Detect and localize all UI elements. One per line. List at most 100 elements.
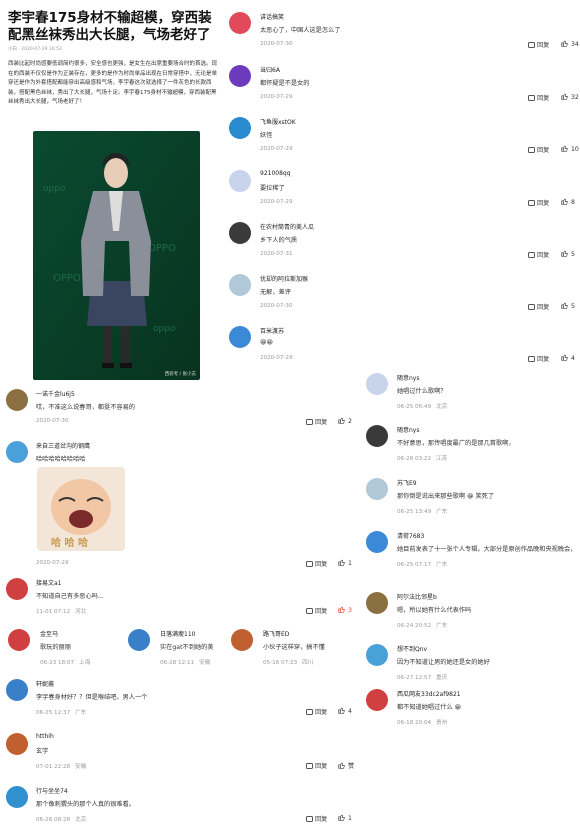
comment-username[interactable]: 西瓜网友33dc2af9821	[397, 689, 461, 698]
like-button[interactable]: 5	[561, 250, 575, 258]
commenter-avatar[interactable]	[229, 170, 251, 192]
comment-username[interactable]: 想不到Qnv	[397, 644, 427, 653]
comment-username[interactable]: 飞鱼服xstOK	[260, 117, 296, 126]
commenter-avatar[interactable]	[366, 425, 388, 447]
commenter-avatar[interactable]	[229, 326, 251, 348]
comment-text: 她唱过什么歌啊？	[397, 388, 447, 395]
comment-date: 06-18 20:04 贵州	[397, 718, 447, 726]
comment-username[interactable]: 苏飞E9	[397, 478, 417, 487]
commenter-avatar[interactable]	[366, 478, 388, 500]
article-photo[interactable]: OPPO OPPO oppo oppo 西装考 / 张小志	[33, 131, 200, 380]
like-button[interactable]: 1	[338, 559, 352, 567]
comment-time: 11-01 07:12	[36, 609, 71, 615]
like-button[interactable]: 1	[338, 814, 352, 822]
reply-button[interactable]: 回复	[528, 354, 549, 363]
commenter-avatar[interactable]	[6, 389, 28, 411]
sticker-image[interactable]: 哈 哈 哈	[37, 467, 125, 551]
comment-text: 不好意思，那传唱度最广的是那几首歌啊，	[397, 440, 515, 447]
commenter-avatar[interactable]	[366, 689, 388, 711]
commenter-avatar[interactable]	[6, 679, 28, 701]
commenter-avatar[interactable]	[6, 786, 28, 808]
reply-button[interactable]: 回复	[528, 40, 549, 49]
comment-icon	[306, 608, 313, 614]
like-button[interactable]: 2	[338, 417, 352, 425]
commenter-avatar[interactable]	[128, 629, 150, 651]
like-count: 4	[571, 355, 575, 362]
commenter-avatar[interactable]	[8, 629, 30, 651]
comment-username[interactable]: 阿尔法比邻星b	[397, 592, 437, 601]
like-button[interactable]: 34	[561, 40, 579, 48]
reply-button[interactable]: 回复	[306, 814, 327, 823]
like-button[interactable]: 3	[338, 606, 352, 614]
comment-username[interactable]: 讲话搞笑	[260, 12, 284, 21]
comment-username[interactable]: 路飞哥ED	[263, 629, 289, 638]
comment-username[interactable]: 轩妮酱	[36, 679, 54, 688]
commenter-avatar[interactable]	[229, 117, 251, 139]
article-title: 李宇春175身材不输超模，穿西装配黑丝袜秀出大长腿，气场老好了	[8, 10, 212, 43]
commenter-avatar[interactable]	[6, 733, 28, 755]
article-body: 西装比起时尚感要低调简约很多，安全感也更强，是女生在出席重要场合时的首选。现在的…	[8, 61, 218, 106]
commenter-avatar[interactable]	[6, 578, 28, 600]
commenter-avatar[interactable]	[6, 441, 28, 463]
like-count: 1	[348, 815, 352, 822]
reply-button[interactable]: 回复	[306, 559, 327, 568]
comment-text: 实在gat不到她的美	[160, 644, 214, 651]
comment-date: 07-01 22:28 安徽	[36, 762, 86, 770]
comment-username[interactable]: 金至马	[40, 629, 58, 638]
comment-text: 不知道自己有多恶心吗...	[36, 593, 104, 600]
comment-username[interactable]: 行与坐坐74	[36, 786, 68, 795]
like-button[interactable]: 赞	[338, 761, 354, 770]
comment-date: 05-16 07:23 四川	[263, 658, 313, 666]
comment-text: 因为不知道让男的她还是女的她好	[397, 659, 490, 666]
like-button[interactable]: 10	[561, 145, 579, 153]
comment-time: 06-25 12:37	[36, 710, 71, 716]
comment-username[interactable]: 百米渡苏	[260, 326, 284, 335]
like-button[interactable]: 8	[561, 198, 575, 206]
comment-username[interactable]: 清荷7683	[397, 531, 424, 540]
comment-username[interactable]: 优却的阿拉斯加猴	[260, 274, 308, 283]
comment-username[interactable]: 随意nys	[397, 425, 419, 434]
reply-button[interactable]: 回复	[528, 145, 549, 154]
commenter-avatar[interactable]	[229, 274, 251, 296]
comment-location: 贵州	[436, 720, 448, 726]
photo-credit: 西装考 / 张小志	[164, 372, 196, 377]
commenter-avatar[interactable]	[229, 12, 251, 34]
commenter-avatar[interactable]	[229, 65, 251, 87]
like-count: 34	[571, 41, 579, 48]
comment-username[interactable]: 一诺千金lu6j5	[36, 389, 75, 398]
reply-button[interactable]: 回复	[306, 606, 327, 615]
comment-date: 2020-07-29	[260, 94, 293, 100]
commenter-avatar[interactable]	[366, 531, 388, 553]
like-button[interactable]: 5	[561, 302, 575, 310]
reply-button[interactable]: 回复	[528, 198, 549, 207]
reply-button[interactable]: 回复	[528, 93, 549, 102]
comment-username[interactable]: 921008qq	[260, 170, 291, 177]
comment-username[interactable]: 当归6A	[260, 65, 280, 74]
like-button[interactable]: 4	[561, 354, 575, 362]
comment-icon	[528, 200, 535, 206]
reply-button[interactable]: 回复	[528, 302, 549, 311]
comment-username[interactable]: htthih	[36, 733, 54, 740]
like-button[interactable]: 32	[561, 93, 579, 101]
comment-username[interactable]: 来自三道岔沟的钢鹰	[36, 441, 90, 450]
reply-button[interactable]: 回复	[528, 250, 549, 259]
comment-location: 广东	[75, 710, 87, 716]
comment-text: 歌玩的丽丽	[40, 644, 71, 651]
reply-label: 回复	[315, 561, 328, 568]
commenter-avatar[interactable]	[366, 373, 388, 395]
comment-username[interactable]: 随意nys	[397, 373, 419, 382]
reply-button[interactable]: 回复	[306, 417, 327, 426]
comment-username[interactable]: 接易文a1	[36, 578, 62, 587]
commenter-avatar[interactable]	[231, 629, 253, 651]
commenter-avatar[interactable]	[366, 644, 388, 666]
commenter-avatar[interactable]	[229, 222, 251, 244]
reply-button[interactable]: 回复	[306, 707, 327, 716]
comment-icon	[306, 816, 313, 822]
comment-username[interactable]: 日落满瘦110	[160, 629, 195, 638]
comment-username[interactable]: 在农村筒青的美人瓜	[260, 222, 314, 231]
comment-date: 2020-07-29	[260, 355, 293, 361]
comment-location: 重庆	[436, 675, 448, 681]
commenter-avatar[interactable]	[366, 592, 388, 614]
reply-button[interactable]: 回复	[306, 761, 327, 770]
like-button[interactable]: 4	[338, 707, 352, 715]
